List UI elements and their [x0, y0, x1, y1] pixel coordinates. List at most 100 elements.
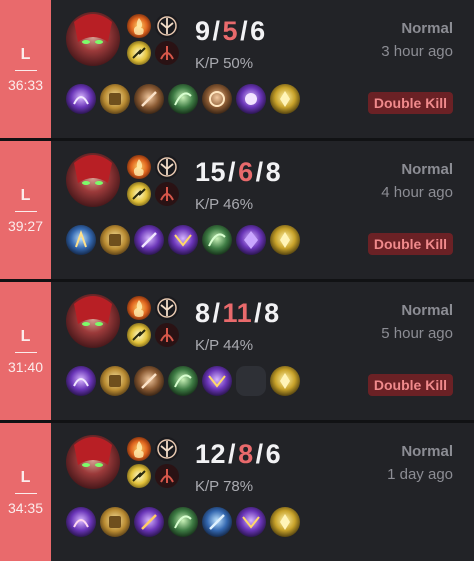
kills-count: 12	[195, 439, 227, 469]
item-icon[interactable]	[236, 84, 266, 114]
ignite-spell-icon	[127, 14, 151, 38]
assists-count: 6	[250, 16, 266, 46]
kda-score: 12/8/6	[195, 439, 281, 470]
flash-spell-icon	[127, 182, 151, 206]
champion-portrait-icon	[66, 153, 120, 207]
item-icon[interactable]	[202, 225, 232, 255]
kda-separator: /	[254, 298, 263, 328]
electrocute-rune-icon	[155, 155, 179, 179]
item-icon[interactable]	[66, 84, 96, 114]
match-body: 15/6/8 K/P 46% Normal 4 hour ago Double …	[51, 141, 474, 279]
match-card[interactable]: L 39:27 15/6/8 K/P 46% Normal 4 hour ago…	[0, 141, 474, 279]
flash-spell-icon	[127, 41, 151, 65]
kda-separator: /	[228, 439, 237, 469]
match-history-list: L 36:33 9/5/6 K/P 50% Normal 3 hour ago …	[0, 0, 474, 561]
result-divider	[14, 351, 37, 353]
item-build	[66, 507, 300, 537]
deaths-count: 8	[238, 439, 254, 469]
ward-item-icon[interactable]	[270, 507, 300, 537]
item-icon[interactable]	[134, 225, 164, 255]
item-build	[66, 84, 300, 114]
kda-score: 15/6/8	[195, 157, 281, 188]
electrocute-rune-icon	[155, 437, 179, 461]
item-icon[interactable]	[100, 366, 130, 396]
item-icon[interactable]	[66, 225, 96, 255]
champion-portrait-icon	[66, 435, 120, 489]
deaths-count: 11	[222, 298, 253, 328]
item-icon[interactable]	[100, 225, 130, 255]
item-icon[interactable]	[168, 225, 198, 255]
match-card[interactable]: L 34:35 12/8/6 K/P 78% Normal 1 day ago	[0, 423, 474, 561]
game-duration: 31:40	[7, 358, 44, 375]
result-bar-loss: L 36:33	[0, 0, 51, 138]
multikill-badge: Double Kill	[367, 233, 453, 255]
kda-separator: /	[228, 157, 237, 187]
match-body: 8/11/8 K/P 44% Normal 5 hour ago Double …	[51, 282, 474, 420]
item-icon[interactable]	[134, 366, 164, 396]
item-icon[interactable]	[134, 84, 164, 114]
kda-separator: /	[240, 16, 249, 46]
kill-participation: K/P 78%	[195, 478, 254, 495]
match-card[interactable]: L 31:40 8/11/8 K/P 44% Normal 5 hour ago…	[0, 282, 474, 420]
kda-separator: /	[255, 439, 264, 469]
kda-separator: /	[212, 16, 221, 46]
flash-spell-icon	[127, 323, 151, 347]
queue-type: Normal	[401, 443, 453, 460]
time-ago: 3 hour ago	[381, 43, 453, 60]
result-letter: L	[20, 186, 31, 204]
assists-count: 8	[265, 157, 282, 187]
item-icon[interactable]	[202, 507, 232, 537]
ignite-spell-icon	[127, 155, 151, 179]
item-icon[interactable]	[100, 507, 130, 537]
time-ago: 5 hour ago	[381, 325, 453, 342]
champion-portrait-icon	[66, 12, 120, 66]
deaths-count: 5	[222, 16, 239, 46]
flash-spell-icon	[127, 464, 151, 488]
item-build	[66, 366, 300, 396]
item-icon[interactable]	[168, 366, 198, 396]
domination-rune-icon	[155, 464, 179, 488]
match-body: 12/8/6 K/P 78% Normal 1 day ago	[51, 423, 474, 561]
multikill-badge: Double Kill	[367, 92, 453, 114]
result-letter: L	[20, 327, 31, 345]
item-icon[interactable]	[66, 366, 96, 396]
result-letter: L	[20, 468, 31, 486]
assists-count: 8	[264, 298, 280, 328]
queue-type: Normal	[401, 20, 453, 37]
ignite-spell-icon	[127, 437, 151, 461]
multikill-badge: Double Kill	[367, 374, 453, 396]
queue-type: Normal	[401, 161, 453, 178]
item-icon[interactable]	[168, 84, 198, 114]
item-icon[interactable]	[202, 84, 232, 114]
result-bar-loss: L 31:40	[0, 282, 51, 420]
match-card[interactable]: L 36:33 9/5/6 K/P 50% Normal 3 hour ago …	[0, 0, 474, 138]
item-icon[interactable]	[134, 507, 164, 537]
result-divider	[14, 69, 37, 71]
ward-item-icon[interactable]	[270, 84, 300, 114]
kda-score: 8/11/8	[195, 298, 280, 329]
result-bar-loss: L 34:35	[0, 423, 51, 561]
deaths-count: 6	[238, 157, 254, 187]
electrocute-rune-icon	[155, 296, 179, 320]
kill-participation: K/P 46%	[195, 196, 254, 213]
match-body: 9/5/6 K/P 50% Normal 3 hour ago Double K…	[51, 0, 474, 138]
item-icon[interactable]	[236, 507, 266, 537]
ward-item-icon[interactable]	[270, 366, 300, 396]
result-divider	[14, 210, 37, 212]
queue-type: Normal	[401, 302, 453, 319]
kills-count: 9	[195, 16, 211, 46]
time-ago: 1 day ago	[387, 466, 453, 483]
kda-separator: /	[212, 298, 221, 328]
item-icon[interactable]	[168, 507, 198, 537]
item-icon[interactable]	[66, 507, 96, 537]
result-bar-loss: L 39:27	[0, 141, 51, 279]
kda-score: 9/5/6	[195, 16, 266, 47]
ward-item-icon[interactable]	[270, 225, 300, 255]
game-duration: 39:27	[7, 217, 44, 234]
domination-rune-icon	[155, 41, 179, 65]
time-ago: 4 hour ago	[381, 184, 453, 201]
kill-participation: K/P 50%	[195, 55, 254, 72]
item-icon[interactable]	[202, 366, 232, 396]
item-icon[interactable]	[100, 84, 130, 114]
item-icon[interactable]	[236, 225, 266, 255]
